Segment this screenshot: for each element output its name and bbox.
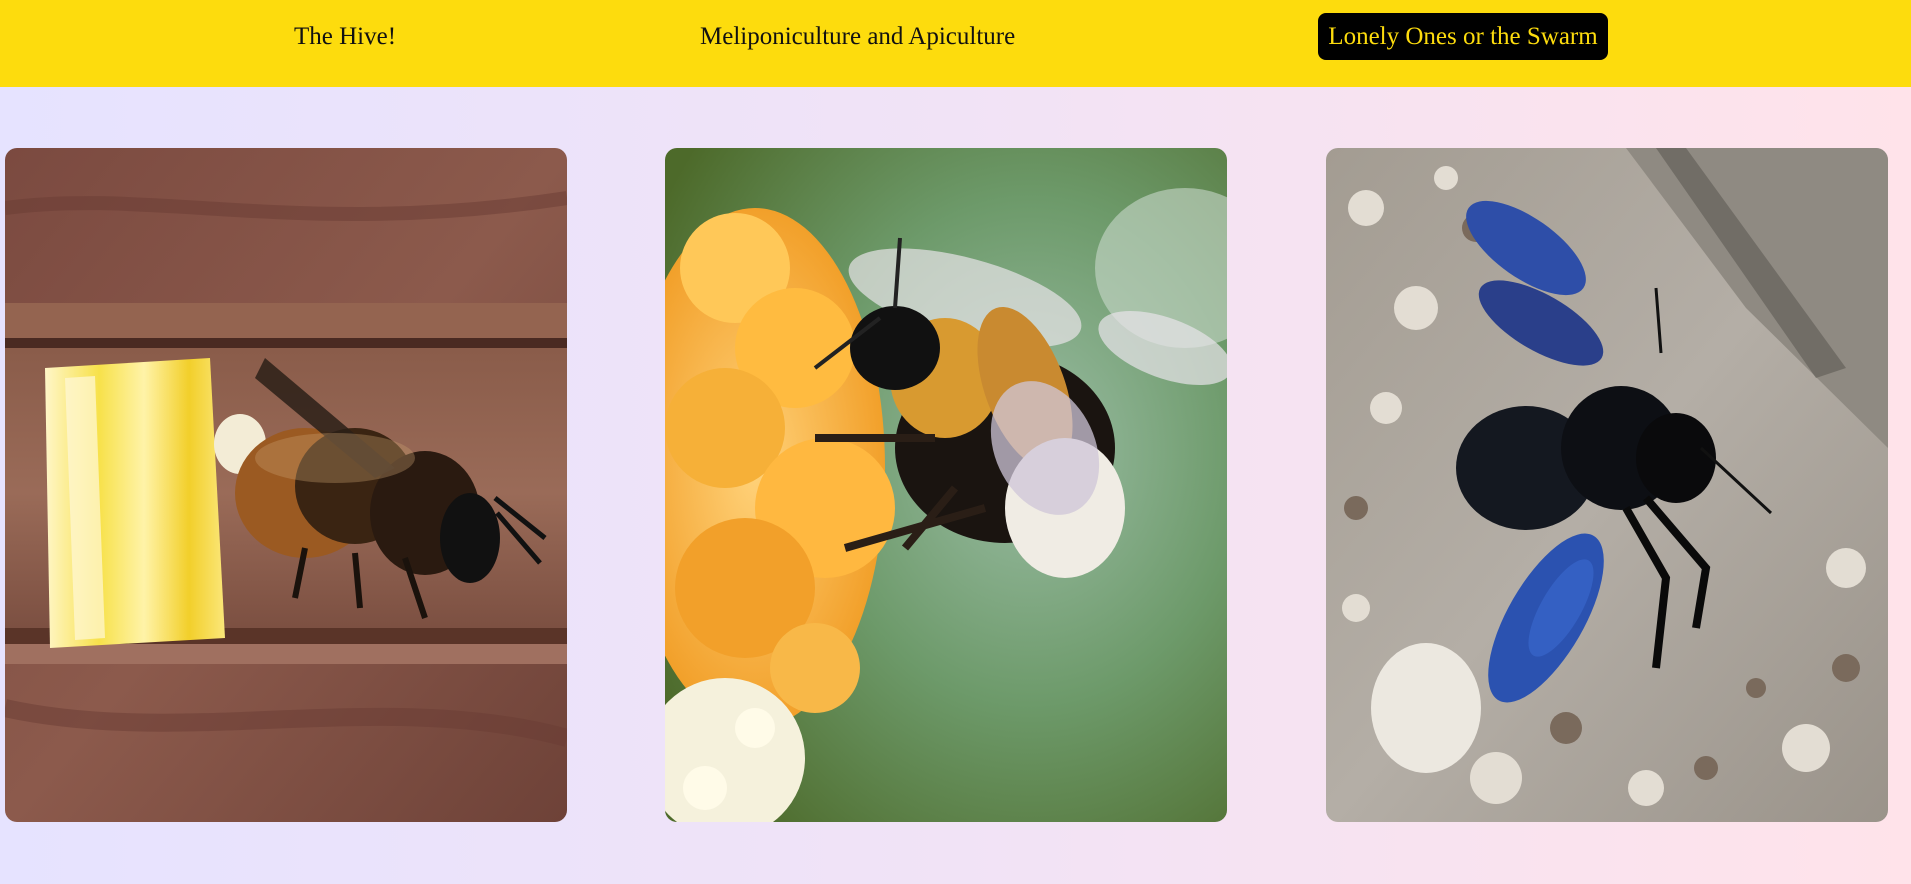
nav-link-the-hive[interactable]: The Hive! xyxy=(294,13,396,60)
nav-link-meliponiculture-apiculture[interactable]: Meliponiculture and Apiculture xyxy=(700,13,1015,60)
mason-bee-image xyxy=(5,148,567,822)
bumblebee-image xyxy=(665,148,1227,822)
carpenter-bee-image xyxy=(1326,148,1888,822)
nav-link-lonely-ones-swarm[interactable]: Lonely Ones or the Swarm xyxy=(1318,13,1608,60)
top-navbar: The Hive! Meliponiculture and Apiculture… xyxy=(0,0,1911,87)
